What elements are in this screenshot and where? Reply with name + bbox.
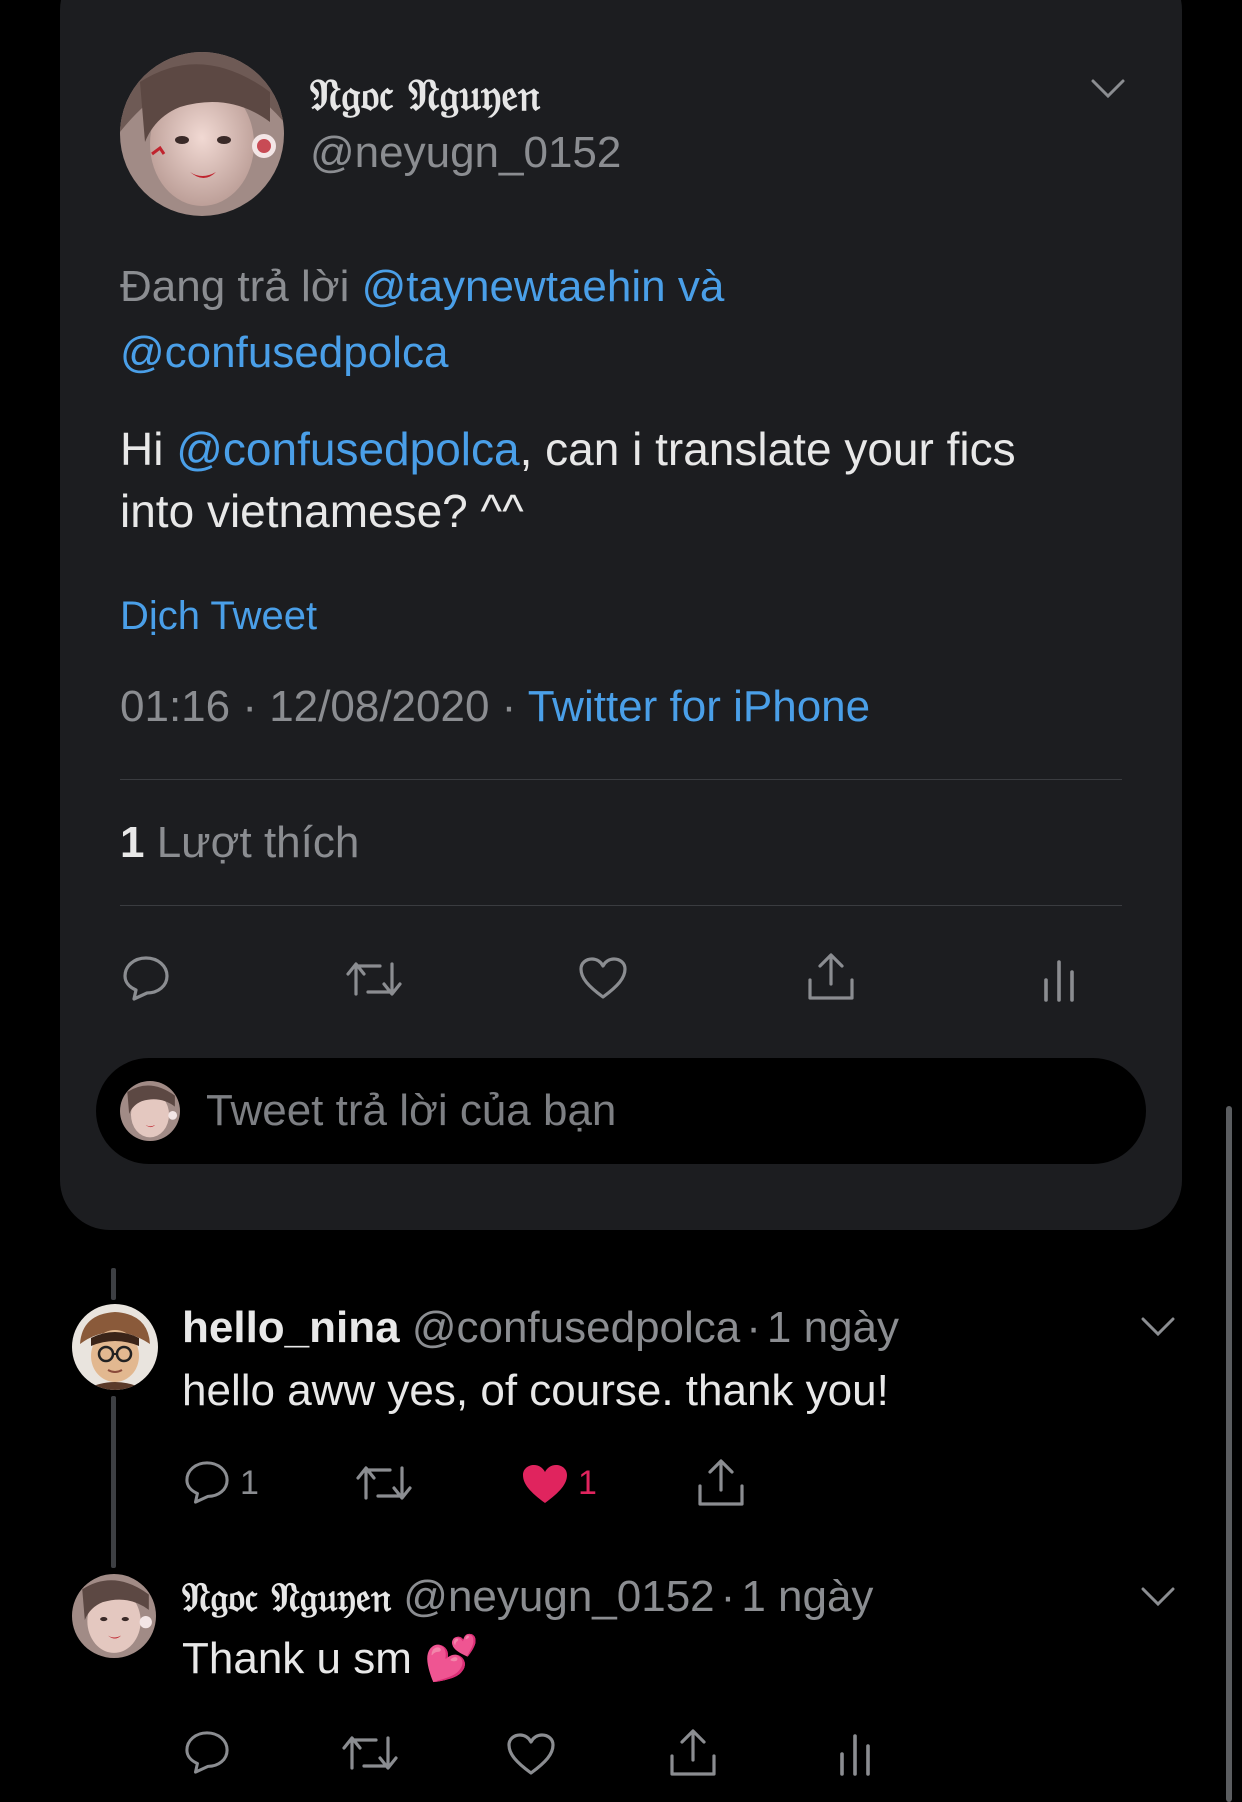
reply-count: 1: [240, 1464, 259, 1502]
chevron-down-icon[interactable]: [1140, 1316, 1176, 1338]
tweet-timestamp: 01:16 · 12/08/2020 ·: [120, 682, 528, 731]
heart-icon[interactable]: [578, 956, 628, 1000]
retweet-icon[interactable]: [346, 958, 402, 1000]
divider: [120, 905, 1122, 906]
likes-label: Lượt thích: [144, 818, 360, 867]
share-icon[interactable]: [668, 1728, 718, 1778]
my-avatar: [120, 1081, 180, 1141]
share-icon[interactable]: [696, 1458, 746, 1508]
replying-and: và: [665, 262, 725, 311]
mention-link[interactable]: @taynewtaehin: [362, 262, 666, 311]
translate-tweet-link[interactable]: Dịch Tweet: [120, 594, 317, 639]
chevron-down-icon[interactable]: [1090, 78, 1126, 100]
tweet-text-line2: into vietnamese? ^^: [120, 485, 524, 537]
mention-link[interactable]: @confusedpolca: [176, 423, 519, 475]
reply-avatar[interactable]: [72, 1574, 156, 1658]
reply-header: 𝔑𝔤𝔬𝔠 𝔑𝔤𝔲𝔶𝔢𝔫 @neyugn_0152 · 1 ngày: [182, 1572, 873, 1622]
reply-text: hello aww yes, of course. thank you!: [182, 1366, 889, 1415]
chevron-down-icon[interactable]: [1140, 1586, 1176, 1608]
replying-prefix: Đang trả lời: [120, 262, 362, 311]
analytics-icon[interactable]: [1042, 958, 1076, 1002]
tweet-text-hi: Hi: [120, 423, 177, 475]
reply-icon[interactable]: [184, 1460, 230, 1504]
reply-display-name[interactable]: 𝔑𝔤𝔬𝔠 𝔑𝔤𝔲𝔶𝔢𝔫: [182, 1574, 391, 1621]
retweet-icon[interactable]: [342, 1732, 398, 1774]
tweet-source-link[interactable]: Twitter for iPhone: [528, 682, 870, 731]
reply-display-name[interactable]: hello_nina: [182, 1303, 400, 1352]
heart-icon[interactable]: [506, 1732, 556, 1776]
reply-icon[interactable]: [184, 1730, 230, 1774]
tweet-text: Hi @confusedpolca, can i translate your …: [120, 418, 1120, 542]
scrollbar[interactable]: [1226, 1106, 1232, 1802]
reply-text: Thank u sm 💕: [182, 1634, 479, 1683]
retweet-icon[interactable]: [356, 1462, 412, 1504]
likes-count: 1: [120, 818, 145, 867]
likes-summary[interactable]: 1 Lượt thích: [120, 818, 359, 868]
analytics-icon[interactable]: [838, 1732, 872, 1776]
reply-header: hello_nina @confusedpolca · 1 ngày: [182, 1303, 899, 1353]
replying-to-line: Đang trả lời @taynewtaehin và @confusedp…: [120, 254, 1080, 386]
reply-time: 1 ngày: [766, 1303, 900, 1352]
thread-line: [111, 1268, 116, 1300]
thread-line: [111, 1396, 116, 1568]
author-display-name[interactable]: 𝔑𝔤𝔬𝔠 𝔑𝔤𝔲𝔶𝔢𝔫: [310, 70, 540, 121]
tweet-text-rest: , can i translate your fics: [519, 423, 1016, 475]
reply-handle[interactable]: @confusedpolca: [412, 1303, 740, 1352]
reply-icon[interactable]: [122, 955, 170, 1001]
author-handle[interactable]: @neyugn_0152: [310, 128, 621, 178]
mention-link[interactable]: @confusedpolca: [120, 328, 448, 377]
reply-dot: ·: [746, 1303, 761, 1352]
reply-placeholder[interactable]: Tweet trả lời của bạn: [206, 1086, 616, 1136]
share-icon[interactable]: [806, 952, 856, 1002]
author-avatar[interactable]: [120, 52, 284, 216]
reply-avatar[interactable]: [72, 1304, 158, 1390]
heart-filled-icon[interactable]: [520, 1462, 570, 1506]
divider: [120, 779, 1122, 780]
tweet-meta: 01:16 · 12/08/2020 · Twitter for iPhone: [120, 682, 870, 732]
reply-handle[interactable]: @neyugn_0152: [403, 1572, 714, 1621]
reply-time: 1 ngày: [741, 1572, 874, 1621]
like-count: 1: [578, 1464, 597, 1502]
reply-dot: ·: [720, 1572, 736, 1621]
